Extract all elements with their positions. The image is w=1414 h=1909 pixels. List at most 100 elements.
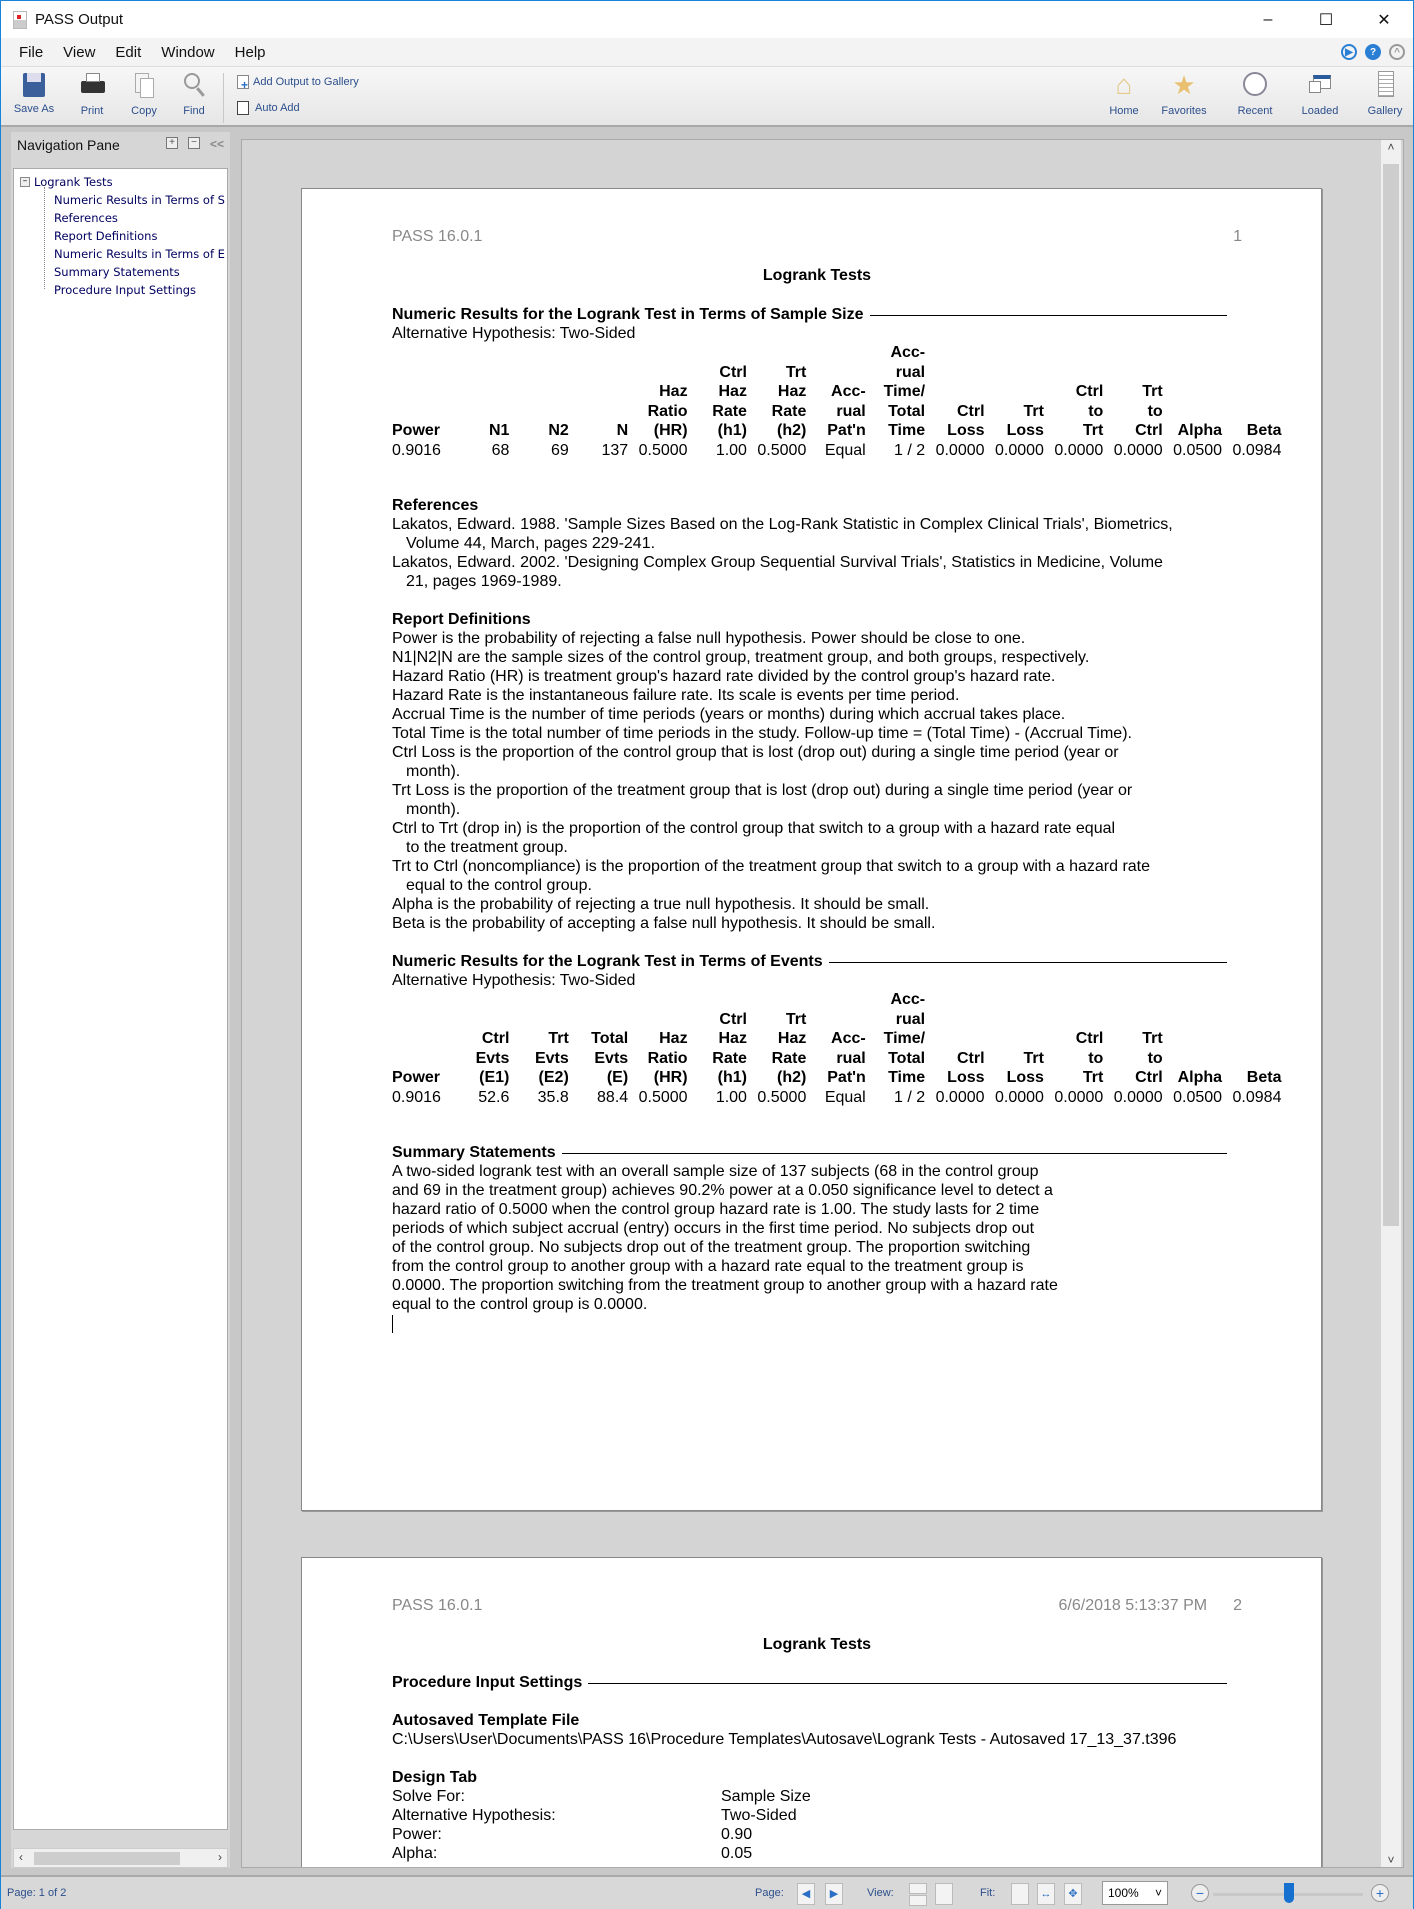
- navigation-tree: – Logrank Tests Numeric Results in Terms …: [13, 168, 228, 1830]
- minimize-button[interactable]: –: [1239, 1, 1297, 38]
- gallery-icon: [1372, 71, 1398, 99]
- find-button[interactable]: Find: [169, 71, 219, 117]
- fit-both-icon[interactable]: ✥: [1064, 1883, 1082, 1905]
- collapse-ribbon-icon[interactable]: ^: [1389, 44, 1405, 60]
- text-cursor: [392, 1315, 393, 1333]
- zoom-out-icon[interactable]: −: [1191, 1884, 1209, 1902]
- nav-horizontal-scrollbar[interactable]: ‹ ›: [13, 1848, 228, 1868]
- column-header: Alpha: [1177, 1069, 1223, 1086]
- scroll-right-icon[interactable]: ›: [218, 1850, 222, 1864]
- table-cell: 0.0000: [994, 1088, 1044, 1106]
- column-header: Power: [392, 422, 441, 439]
- scrollbar-thumb[interactable]: [34, 1852, 180, 1865]
- report-title: Logrank Tests: [762, 1636, 872, 1653]
- fit-page-icon[interactable]: [1011, 1883, 1029, 1905]
- tree-item-numeric-results-events[interactable]: Numeric Results in Terms of E: [54, 247, 225, 261]
- table-cell: Equal: [824, 441, 866, 459]
- close-button[interactable]: ✕: [1355, 1, 1413, 38]
- column-header: Trt Evts (E2): [534, 1030, 569, 1086]
- home-button[interactable]: ⌂ Home: [1099, 69, 1149, 118]
- next-page-icon[interactable]: ▶: [825, 1883, 843, 1905]
- definition-line: Accrual Time is the number of time perio…: [392, 706, 1066, 723]
- column-header: Ctrl to Trt: [1075, 1030, 1104, 1086]
- references-heading: References: [392, 497, 479, 514]
- tree-item-summary-statements[interactable]: Summary Statements: [54, 265, 180, 279]
- table-cell: 0.0500: [1173, 441, 1223, 459]
- expand-all-icon[interactable]: +: [165, 137, 178, 149]
- summary-line: of the control group. No subjects drop o…: [392, 1239, 1031, 1256]
- menu-file[interactable]: File: [19, 44, 43, 61]
- zoom-in-icon[interactable]: +: [1371, 1884, 1389, 1902]
- print-button[interactable]: Print: [67, 71, 117, 117]
- menu-help[interactable]: Help: [235, 44, 266, 61]
- table-cell: 0.9016: [392, 1088, 441, 1106]
- two-page-view-icon[interactable]: [935, 1883, 953, 1905]
- tree-item-report-definitions[interactable]: Report Definitions: [54, 229, 157, 243]
- column-header: Total Evts (E): [591, 1030, 629, 1086]
- menu-edit[interactable]: Edit: [115, 44, 141, 61]
- recent-button[interactable]: Recent: [1230, 71, 1280, 117]
- report-definitions-heading: Report Definitions: [392, 611, 531, 628]
- template-file-heading: Autosaved Template File: [392, 1712, 580, 1729]
- add-output-to-gallery-button[interactable]: + Add Output to Gallery: [237, 75, 359, 91]
- menu-bar: File View Edit Window Help ▶ ? ^: [1, 38, 1413, 67]
- setting-value: 0.05: [721, 1845, 753, 1862]
- scroll-down-icon[interactable]: ˅: [1381, 1853, 1401, 1867]
- table-cell: 1.00: [715, 1088, 747, 1106]
- loaded-button[interactable]: Loaded: [1295, 71, 1345, 117]
- continuous-view-icon[interactable]: [909, 1895, 927, 1906]
- setting-row: Alternative Hypothesis: Two-Sided: [392, 1806, 1321, 1825]
- help-icon[interactable]: ?: [1365, 44, 1381, 60]
- page-version: PASS 16.0.1: [392, 228, 483, 245]
- menu-window[interactable]: Window: [161, 44, 214, 61]
- tree-root-logrank-tests[interactable]: – Logrank Tests: [20, 175, 113, 189]
- scroll-left-icon[interactable]: ‹: [19, 1850, 23, 1864]
- column-header: N2: [548, 422, 569, 439]
- zoom-slider-thumb[interactable]: [1284, 1883, 1294, 1903]
- tree-item-numeric-results-sample-size[interactable]: Numeric Results in Terms of S: [54, 193, 225, 207]
- scrollbar-thumb[interactable]: [1383, 164, 1399, 1226]
- tree-item-procedure-input-settings[interactable]: Procedure Input Settings: [54, 283, 196, 297]
- scroll-up-icon[interactable]: ˄: [1381, 140, 1401, 160]
- favorites-button[interactable]: ★ Favorites: [1159, 71, 1209, 117]
- column-header: Acc- rual Time/ Total Time: [883, 991, 926, 1086]
- table-cell: 0.0000: [935, 1088, 985, 1106]
- chevron-down-icon: ˅: [1154, 1886, 1162, 1900]
- play-icon[interactable]: ▶: [1341, 44, 1357, 60]
- copy-button[interactable]: Copy: [119, 71, 169, 117]
- windows-icon: [1307, 71, 1333, 99]
- collapse-all-icon[interactable]: −: [187, 137, 200, 149]
- auto-add-checkbox[interactable]: Auto Add: [237, 101, 300, 115]
- definition-line: Ctrl to Trt (drop in) is the proportion …: [392, 820, 1116, 837]
- table-cell: 137: [601, 441, 629, 459]
- table-cell: 0.0000: [1113, 441, 1163, 459]
- previous-page-icon[interactable]: ◀: [797, 1883, 815, 1905]
- column-header: N: [616, 422, 629, 439]
- definition-line: month).: [406, 801, 461, 818]
- reference-line: Lakatos, Edward. 1988. 'Sample Sizes Bas…: [392, 516, 1173, 533]
- vertical-scrollbar[interactable]: ˄ ˅: [1381, 140, 1401, 1867]
- gallery-button[interactable]: Gallery: [1360, 71, 1410, 117]
- single-page-view-icon[interactable]: [909, 1883, 927, 1894]
- summary-line: equal to the control group is 0.0000.: [392, 1296, 648, 1313]
- home-icon: ⌂: [1115, 69, 1133, 100]
- save-as-button[interactable]: Save As: [9, 71, 59, 115]
- fit-width-icon[interactable]: ↔: [1037, 1883, 1055, 1905]
- setting-row: Power: 0.90: [392, 1825, 1321, 1844]
- tree-line: [44, 187, 45, 289]
- template-path: C:\Users\User\Documents\PASS 16\Procedur…: [392, 1731, 1177, 1748]
- column-header: N1: [488, 422, 510, 439]
- menu-view[interactable]: View: [63, 44, 95, 61]
- tree-item-references[interactable]: References: [54, 211, 118, 225]
- report-page-2: PASS 16.0.1 6/6/2018 5:13:37 PM 2 Logrank …: [301, 1557, 1322, 1867]
- table-cell: 1.00: [715, 441, 747, 459]
- zoom-select[interactable]: 100% ˅: [1102, 1881, 1168, 1905]
- setting-row: Solve For: Sample Size: [392, 1787, 1321, 1806]
- collapse-node-icon[interactable]: –: [20, 177, 30, 187]
- definition-line: N1|N2|N are the sample sizes of the cont…: [392, 649, 1090, 666]
- add-gallery-icon: +: [237, 75, 249, 91]
- maximize-button[interactable]: ☐: [1297, 1, 1355, 38]
- column-header: Acc- rual Pat'n: [827, 1030, 866, 1086]
- table-cell: 68: [491, 441, 510, 459]
- collapse-pane-button[interactable]: <<: [210, 137, 224, 151]
